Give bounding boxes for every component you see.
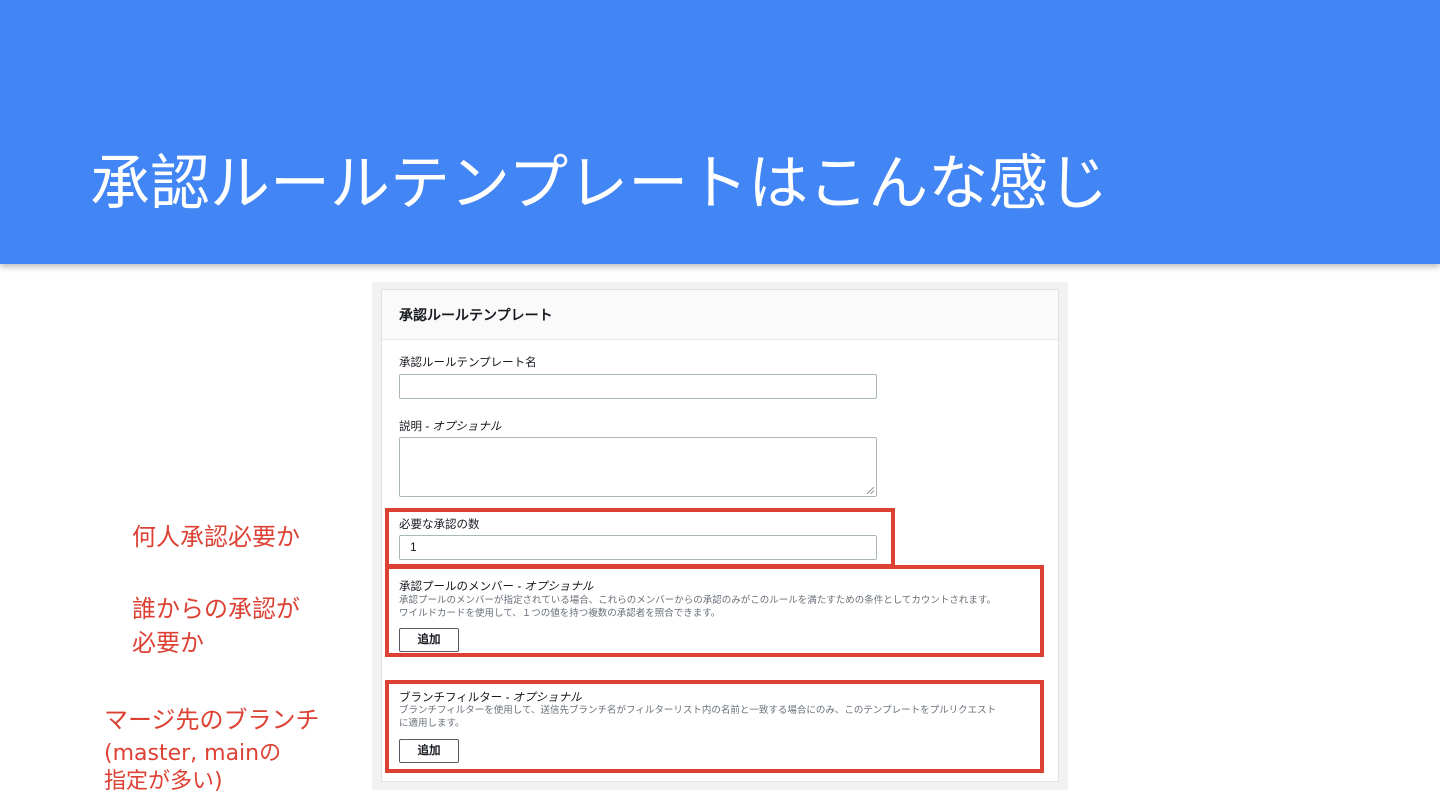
approvals-highlight-box [385,508,895,568]
branch-filter-highlight-box [385,680,1044,773]
branch-note: マージ先のブランチ (master, mainの 指定が多い) [104,706,320,794]
description-label: 説明 - オプショナル [399,421,502,433]
description-textarea[interactable] [399,437,877,497]
panel-header: 承認ルールテンプレート [382,290,1058,340]
approvals-note: 何人承認必要か [132,523,300,551]
pool-members-highlight-box [385,565,1044,657]
slide-title: 承認ルールテンプレートはこんな感じ [90,149,1109,219]
slide-header [0,0,1440,264]
resize-handle-icon[interactable] [867,487,874,494]
pool-note: 誰からの承認が 必要か [132,595,300,657]
panel-title: 承認ルールテンプレート [399,307,553,323]
template-name-label: 承認ルールテンプレート名 [399,357,537,369]
template-name-input[interactable] [399,374,877,399]
